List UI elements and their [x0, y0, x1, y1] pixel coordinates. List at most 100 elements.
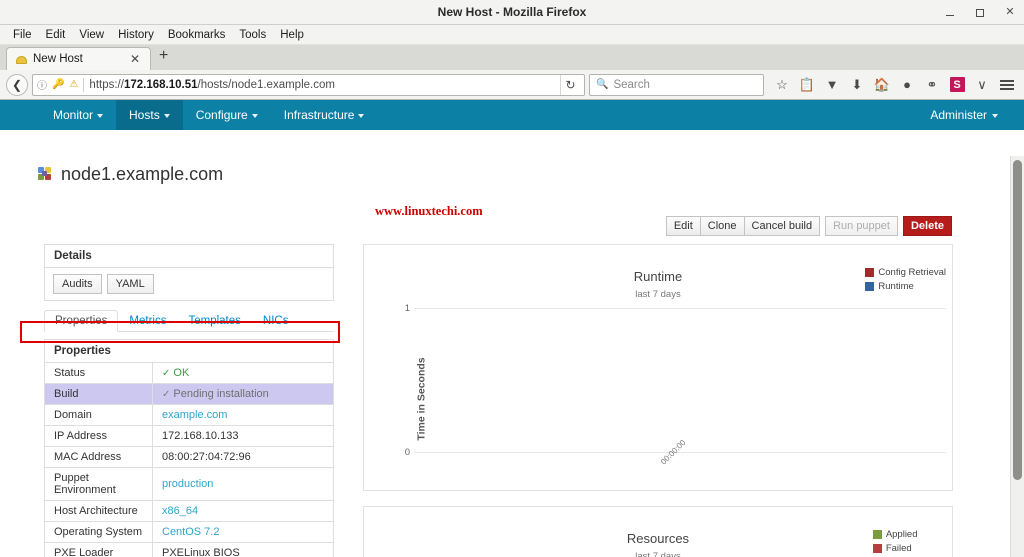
- runtime-chart-legend: Config Retrieval Runtime: [865, 267, 946, 295]
- close-icon[interactable]: ✕: [126, 52, 144, 66]
- menu-tools[interactable]: Tools: [232, 28, 273, 42]
- nav-item-label: Hosts: [129, 108, 160, 122]
- runtime-y-axis-label: Time in Seconds: [415, 357, 428, 441]
- url-scheme: https://: [89, 78, 124, 91]
- runtime-chart-plot: Time in Seconds 1 0 00:00:00: [364, 303, 952, 490]
- table-row: Domain example.com: [44, 404, 334, 426]
- page-content: node1.example.com www.linuxtechi.com Edi…: [0, 156, 1024, 557]
- page-scrollbar[interactable]: [1010, 156, 1024, 557]
- row-key: IP Address: [44, 425, 153, 447]
- menu-file[interactable]: File: [6, 28, 39, 42]
- pocket-icon[interactable]: ▼: [821, 74, 843, 96]
- delete-button[interactable]: Delete: [902, 216, 952, 236]
- audits-button[interactable]: Audits: [53, 274, 102, 294]
- url-host: 172.168.10.51: [123, 78, 198, 91]
- chevron-down-icon: [358, 114, 365, 118]
- watermark-linuxtechi: www.linuxtechi.com: [375, 204, 483, 218]
- page-info-icon[interactable]: ⓘ: [37, 77, 47, 92]
- hamburger-menu-icon[interactable]: [996, 74, 1018, 96]
- legend-item[interactable]: Config Retrieval: [865, 267, 946, 278]
- build-status-value: Pending installation: [173, 388, 269, 400]
- legend-swatch: [872, 544, 882, 553]
- row-value: 08:00:27:04:72:96: [152, 446, 334, 468]
- menu-edit[interactable]: Edit: [39, 28, 73, 42]
- clone-button[interactable]: Clone: [699, 216, 744, 236]
- puppet-environment-link[interactable]: production: [162, 478, 213, 490]
- nav-item-monitor[interactable]: Monitor: [40, 100, 116, 130]
- url-text: https://172.168.10.51/hosts/node1.exampl…: [89, 79, 555, 91]
- nav-item-label: Infrastructure: [283, 108, 355, 122]
- downloads-icon[interactable]: ⬇: [846, 74, 868, 96]
- search-input[interactable]: 🔍 Search: [589, 73, 764, 96]
- check-circle-icon: ✓: [162, 368, 171, 379]
- domain-link[interactable]: example.com: [162, 409, 227, 421]
- menu-view[interactable]: View: [72, 28, 111, 42]
- yaml-button[interactable]: YAML: [106, 274, 154, 294]
- url-path: /hosts/node1.example.com: [197, 78, 335, 91]
- tab-nics[interactable]: NICs: [252, 310, 300, 332]
- toolbar-icon-group: ☆ 📋 ▼ ⬇ 🏠 ● ⚭ S ∨: [771, 74, 1018, 96]
- reading-list-icon[interactable]: 📋: [796, 74, 818, 96]
- row-key: Operating System: [44, 521, 153, 543]
- menu-bar: File Edit View History Bookmarks Tools H…: [0, 25, 1024, 45]
- chevron-down-icon[interactable]: ∨: [971, 74, 993, 96]
- warning-triangle-icon: ⚠: [69, 79, 79, 90]
- nav-item-administer[interactable]: Administer: [930, 100, 998, 130]
- row-key: Build: [44, 383, 153, 405]
- scrollbar-thumb[interactable]: [1013, 160, 1022, 480]
- minimize-button[interactable]: [942, 5, 958, 21]
- detail-tab-bar: Properties Metrics Templates NICs: [44, 308, 334, 332]
- legend-item[interactable]: Runtime: [865, 281, 946, 292]
- edit-clone-cancel-group: Edit Clone Cancel build: [665, 216, 821, 236]
- nav-item-infrastructure[interactable]: Infrastructure: [271, 100, 378, 130]
- lastpass-badge-icon[interactable]: S: [946, 74, 968, 96]
- browser-tab-new-host[interactable]: New Host ✕: [6, 47, 151, 70]
- reload-icon[interactable]: ↻: [560, 74, 580, 95]
- charts-column: Runtime last 7 days Config Retrieval Run…: [363, 244, 953, 557]
- edit-button[interactable]: Edit: [665, 216, 700, 236]
- legend-item[interactable]: Failed: [872, 543, 946, 554]
- tab-strip: New Host ✕ +: [0, 45, 1024, 70]
- table-row-build: Build ✓ Pending installation: [44, 383, 334, 405]
- maximize-button[interactable]: [972, 5, 988, 21]
- runtime-y-tick-min: 0: [404, 447, 410, 458]
- nav-item-configure[interactable]: Configure: [183, 100, 271, 130]
- resources-chart-legend: Applied Failed Failed restarts Skipped: [872, 529, 946, 557]
- menu-history[interactable]: History: [111, 28, 161, 42]
- details-panel-header: Details: [45, 245, 333, 268]
- url-bar[interactable]: ⓘ 🔑 ⚠ https://172.168.10.51/hosts/node1.…: [32, 73, 585, 96]
- table-row: PXE Loader PXELinux BIOS: [44, 542, 334, 557]
- foreman-host-icon: [38, 167, 53, 182]
- legend-label: Applied: [885, 529, 918, 540]
- tab-metrics[interactable]: Metrics: [118, 310, 177, 332]
- window-titlebar: New Host - Mozilla Firefox ✕: [0, 0, 1024, 25]
- operating-system-link[interactable]: CentOS 7.2: [162, 526, 219, 538]
- sync-icon[interactable]: ●: [896, 74, 918, 96]
- close-button[interactable]: ✕: [1002, 5, 1018, 21]
- url-divider: [83, 77, 85, 92]
- run-puppet-button[interactable]: Run puppet: [825, 216, 898, 236]
- home-icon[interactable]: 🏠: [871, 74, 893, 96]
- tab-properties[interactable]: Properties: [44, 310, 119, 332]
- menu-help[interactable]: Help: [273, 28, 311, 42]
- row-value: example.com: [152, 404, 334, 426]
- architecture-link[interactable]: x86_64: [162, 505, 198, 517]
- resources-chart-title: Resources: [626, 531, 690, 546]
- window-controls: ✕: [942, 0, 1018, 25]
- tab-templates[interactable]: Templates: [177, 310, 251, 332]
- new-tab-button[interactable]: +: [151, 48, 176, 66]
- cancel-build-button[interactable]: Cancel build: [743, 216, 821, 236]
- back-arrow-icon[interactable]: ❮: [6, 73, 28, 96]
- row-key: Domain: [44, 404, 153, 426]
- menu-bookmarks[interactable]: Bookmarks: [161, 28, 233, 42]
- chevron-down-icon: [97, 114, 104, 118]
- tab-title: New Host: [33, 53, 83, 65]
- browser-toolbar: ❮ ⓘ 🔑 ⚠ https://172.168.10.51/hosts/node…: [0, 70, 1024, 100]
- table-row: MAC Address 08:00:27:04:72:96: [44, 446, 334, 468]
- legend-item[interactable]: Applied: [872, 529, 946, 540]
- chevron-down-icon: [251, 114, 258, 118]
- star-icon[interactable]: ☆: [771, 74, 793, 96]
- row-value: ✓ OK: [152, 362, 334, 384]
- key-manager-icon[interactable]: ⚭: [921, 74, 943, 96]
- nav-item-hosts[interactable]: Hosts: [116, 100, 183, 130]
